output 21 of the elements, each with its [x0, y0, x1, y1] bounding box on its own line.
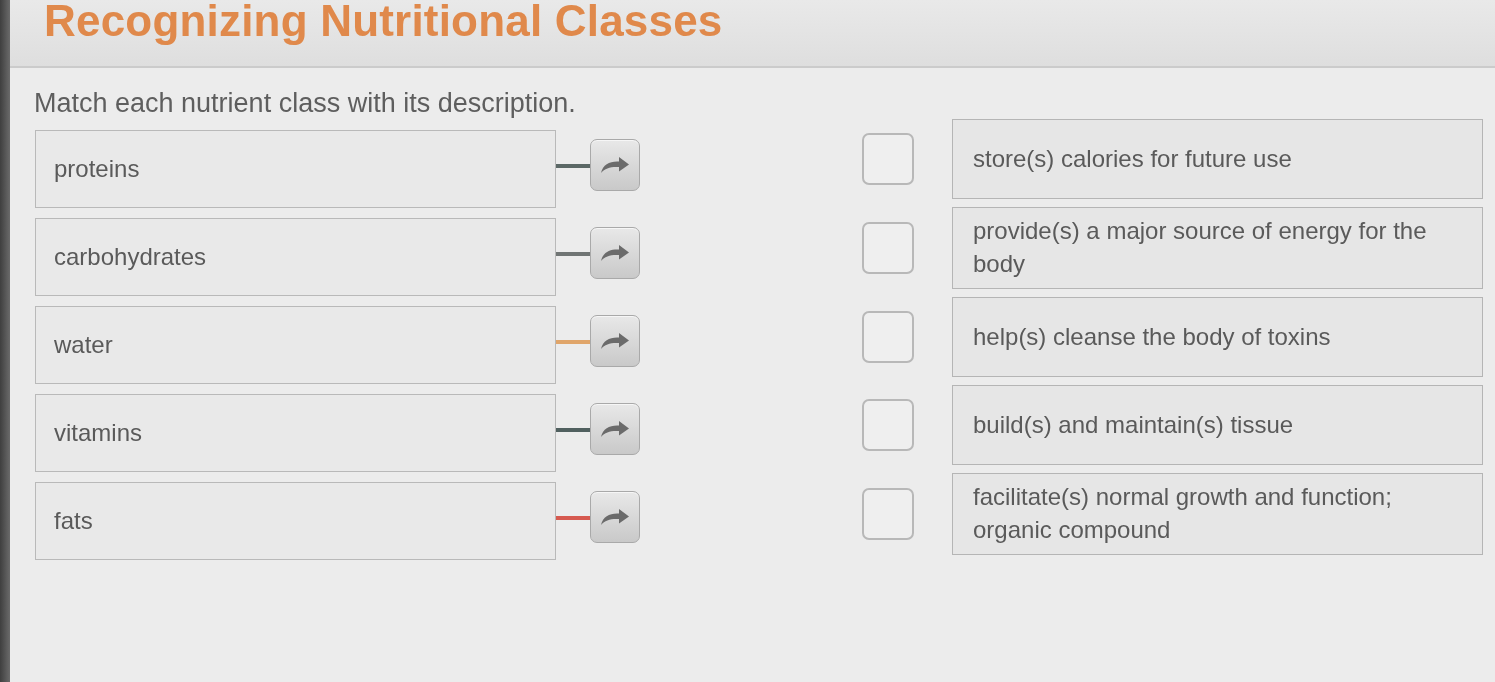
nutrient-card[interactable]: vitamins: [35, 394, 556, 472]
instructions-text: Match each nutrient class with its description.: [34, 88, 576, 118]
curved-arrow-icon: [600, 332, 630, 350]
nutrient-card[interactable]: carbohydrates: [35, 218, 556, 296]
nutrient-card[interactable]: fats: [35, 482, 556, 560]
arrow-button[interactable]: [590, 403, 640, 455]
nutrient-card[interactable]: water: [35, 306, 556, 384]
description-card: facilitate(s) normal growth and function; organic compound: [952, 473, 1483, 555]
description-card: provide(s) a major source of energy for the body: [952, 207, 1483, 289]
arrow-button[interactable]: [590, 227, 640, 279]
description-card: help(s) cleanse the body of toxins: [952, 297, 1483, 377]
nutrient-card[interactable]: proteins: [35, 130, 556, 208]
description-card: store(s) calories for future use: [952, 119, 1483, 199]
curved-arrow-icon: [600, 156, 630, 174]
curved-arrow-icon: [600, 244, 630, 262]
curved-arrow-icon: [600, 508, 630, 526]
curved-arrow-icon: [600, 420, 630, 438]
arrow-button[interactable]: [590, 315, 640, 367]
arrow-button[interactable]: [590, 491, 640, 543]
arrow-button[interactable]: [590, 139, 640, 191]
description-card: build(s) and maintain(s) tissue: [952, 385, 1483, 465]
